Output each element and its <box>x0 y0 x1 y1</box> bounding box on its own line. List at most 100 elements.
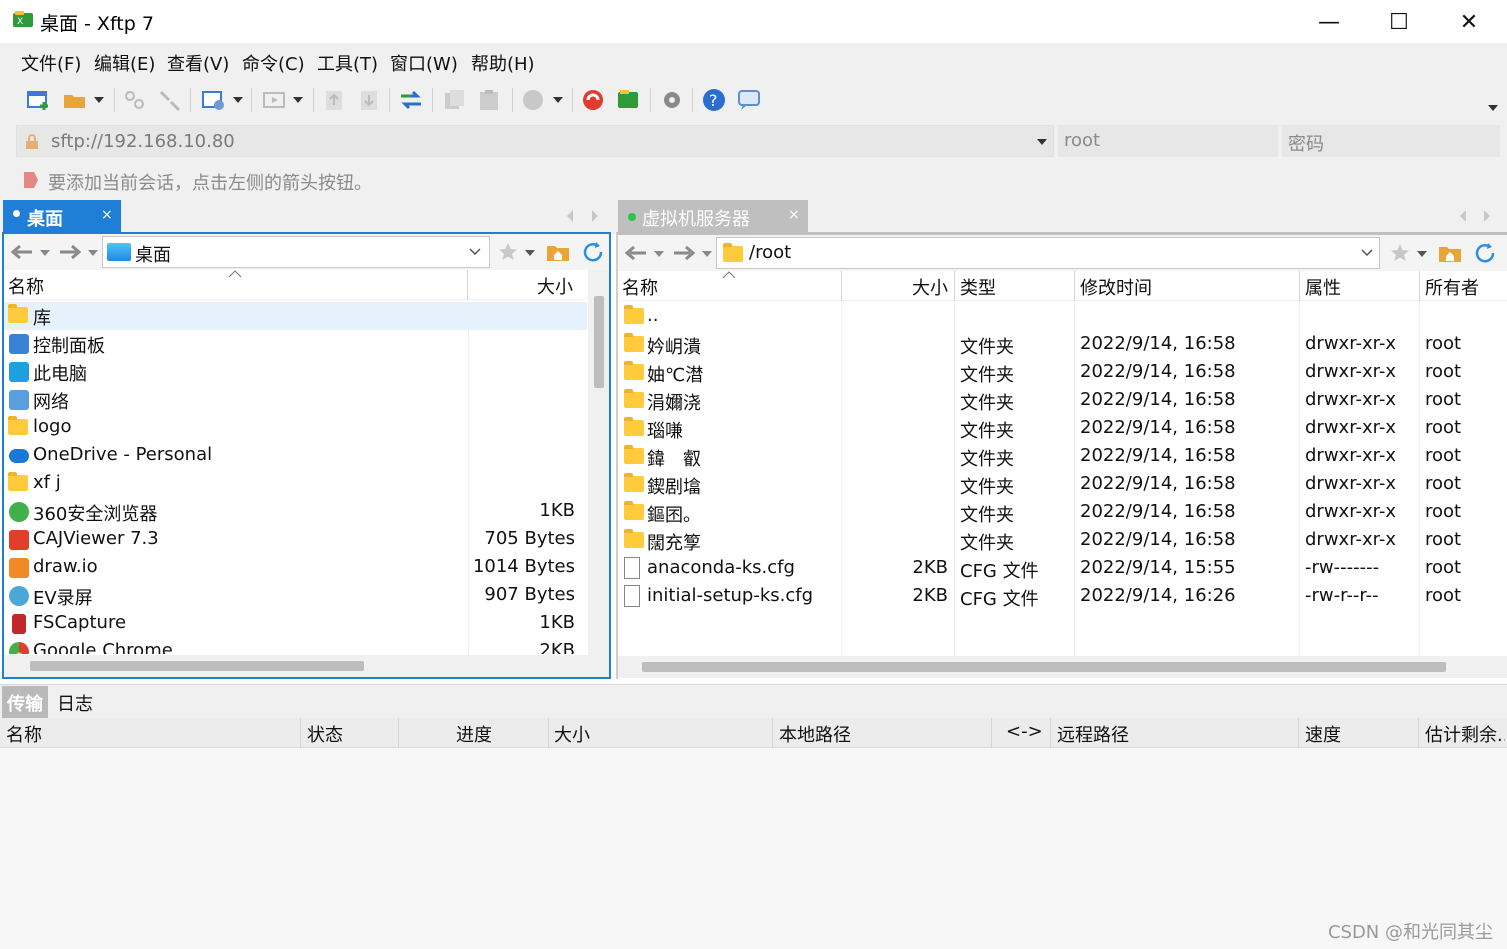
chevron-down-icon[interactable] <box>525 250 535 256</box>
tab-scroll-left-icon[interactable] <box>565 209 575 223</box>
chat-icon[interactable] <box>737 88 763 112</box>
scrollbar-thumb[interactable] <box>594 296 604 388</box>
help-icon[interactable]: ? <box>702 88 728 112</box>
refresh-icon[interactable] <box>1474 242 1498 264</box>
minimize-button[interactable]: — <box>1294 0 1364 44</box>
local-path-combo[interactable]: 桌面 <box>102 236 490 268</box>
new-session-icon[interactable] <box>26 88 52 112</box>
col-name[interactable]: 名称 <box>8 273 44 299</box>
menu-file[interactable]: 文件(F) <box>21 50 81 76</box>
table-row[interactable]: 闊充箰 文件夹 2022/9/14, 16:58 drwxr-xr-x root <box>618 527 1507 555</box>
scrollbar-thumb[interactable] <box>642 662 1446 672</box>
password-field[interactable]: 密码 <box>1282 125 1500 157</box>
open-folder-icon[interactable] <box>62 88 88 112</box>
menu-edit[interactable]: 编辑(E) <box>94 50 155 76</box>
local-horizontal-scrollbar[interactable] <box>4 655 609 677</box>
menu-window[interactable]: 窗口(W) <box>390 50 458 76</box>
chevron-down-icon[interactable] <box>94 97 104 103</box>
connect-icon[interactable] <box>122 88 148 112</box>
col-name[interactable]: 名称 <box>622 274 658 300</box>
col-modified[interactable]: 修改时间 <box>1080 274 1152 300</box>
back-arrow-icon[interactable] <box>10 244 34 260</box>
list-item[interactable]: 此电脑 <box>4 358 587 386</box>
table-row[interactable]: 鏂囨。 文件夹 2022/9/14, 16:58 drwxr-xr-x root <box>618 499 1507 527</box>
star-icon[interactable] <box>498 242 518 262</box>
table-row[interactable]: .. <box>618 303 1507 331</box>
list-item[interactable]: xf j <box>4 470 587 498</box>
session-manager-icon[interactable] <box>201 88 227 112</box>
table-row[interactable]: 瑙嗛 文件夹 2022/9/14, 16:58 drwxr-xr-x root <box>618 415 1507 443</box>
chevron-down-icon[interactable] <box>702 251 712 257</box>
remote-horizontal-scrollbar[interactable] <box>618 656 1507 678</box>
list-item[interactable]: 库 <box>4 302 587 330</box>
col-name[interactable]: 名称 <box>6 721 42 747</box>
chevron-down-icon[interactable] <box>1417 251 1427 257</box>
chevron-down-icon[interactable] <box>293 97 303 103</box>
tab-log[interactable]: 日志 <box>57 690 93 716</box>
table-row[interactable]: 鍏 叡 文件夹 2022/9/14, 16:58 drwxr-xr-x root <box>618 443 1507 471</box>
menu-tools[interactable]: 工具(T) <box>317 50 378 76</box>
add-session-arrow-icon[interactable] <box>22 170 42 190</box>
table-row[interactable]: 妯℃澘 文件夹 2022/9/14, 16:58 drwxr-xr-x root <box>618 359 1507 387</box>
col-owner[interactable]: 所有者 <box>1425 274 1479 300</box>
disconnect-icon[interactable] <box>157 88 183 112</box>
sync-transfer-icon[interactable] <box>398 88 424 112</box>
tab-close-icon[interactable]: × <box>101 207 113 223</box>
col-remote-path[interactable]: 远程路径 <box>1057 721 1129 747</box>
menu-command[interactable]: 命令(C) <box>242 50 305 76</box>
col-size[interactable]: 大小 <box>537 273 573 299</box>
table-row[interactable]: 涓嬭浇 文件夹 2022/9/14, 16:58 drwxr-xr-x root <box>618 387 1507 415</box>
home-folder-icon[interactable] <box>546 242 570 262</box>
upload-icon[interactable] <box>322 88 348 112</box>
home-folder-icon[interactable] <box>1438 243 1462 263</box>
list-item[interactable]: draw.io 1014 Bytes <box>4 554 587 582</box>
chevron-down-icon[interactable] <box>40 250 50 256</box>
list-item[interactable]: CAJViewer 7.3 705 Bytes <box>4 526 587 554</box>
chevron-down-icon[interactable] <box>88 250 98 256</box>
chevron-down-icon[interactable] <box>654 251 664 257</box>
forward-arrow-icon[interactable] <box>672 245 696 261</box>
list-item[interactable]: 控制面板 <box>4 330 587 358</box>
toolbar-overflow-icon[interactable] <box>1488 105 1498 111</box>
view-icon[interactable] <box>262 88 288 112</box>
col-attributes[interactable]: 属性 <box>1305 274 1341 300</box>
col-direction[interactable]: <-> <box>1006 721 1043 742</box>
back-arrow-icon[interactable] <box>624 245 648 261</box>
list-item[interactable]: logo <box>4 414 587 442</box>
col-local-path[interactable]: 本地路径 <box>779 721 851 747</box>
list-item[interactable]: OneDrive - Personal <box>4 442 587 470</box>
col-type[interactable]: 类型 <box>960 274 996 300</box>
list-item[interactable]: FSCapture 1KB <box>4 610 587 638</box>
username-field[interactable]: root <box>1058 125 1278 157</box>
col-size[interactable]: 大小 <box>912 274 948 300</box>
close-window-button[interactable]: ✕ <box>1434 0 1504 44</box>
col-status[interactable]: 状态 <box>307 721 343 747</box>
list-item[interactable]: 网络 <box>4 386 587 414</box>
tab-close-icon[interactable]: × <box>788 207 800 223</box>
table-row[interactable]: initial-setup-ks.cfg 2KB CFG 文件 2022/9/14, … <box>618 583 1507 611</box>
list-item[interactable]: 360安全浏览器 1KB <box>4 498 587 526</box>
chevron-down-icon[interactable] <box>1037 139 1047 145</box>
col-speed[interactable]: 速度 <box>1305 721 1341 747</box>
paste-icon[interactable] <box>477 88 503 112</box>
table-row[interactable]: 妗岄潰 文件夹 2022/9/14, 16:58 drwxr-xr-x root <box>618 331 1507 359</box>
star-icon[interactable] <box>1390 243 1410 263</box>
tab-scroll-right-icon[interactable] <box>590 209 600 223</box>
maximize-button[interactable]: ☐ <box>1364 0 1434 44</box>
copy-icon[interactable] <box>442 88 468 112</box>
chevron-down-icon[interactable] <box>1361 249 1373 257</box>
col-size[interactable]: 大小 <box>554 721 590 747</box>
tab-desktop[interactable]: 桌面 × <box>3 200 121 234</box>
address-input[interactable]: sftp://192.168.10.80 <box>16 125 1054 157</box>
xftp-icon[interactable] <box>616 88 642 112</box>
list-item[interactable]: Google Chrome 2KB <box>4 638 587 654</box>
menu-view[interactable]: 查看(V) <box>167 50 229 76</box>
remote-path-combo[interactable]: /root <box>716 237 1380 269</box>
gear-icon[interactable] <box>660 88 686 112</box>
refresh-icon[interactable] <box>582 241 606 263</box>
scrollbar-thumb[interactable] <box>30 661 364 671</box>
list-item[interactable]: EV录屏 907 Bytes <box>4 582 587 610</box>
col-eta[interactable]: 估计剩余... <box>1425 721 1505 747</box>
col-progress[interactable]: 进度 <box>456 721 492 747</box>
tab-scroll-right-icon[interactable] <box>1482 209 1492 223</box>
